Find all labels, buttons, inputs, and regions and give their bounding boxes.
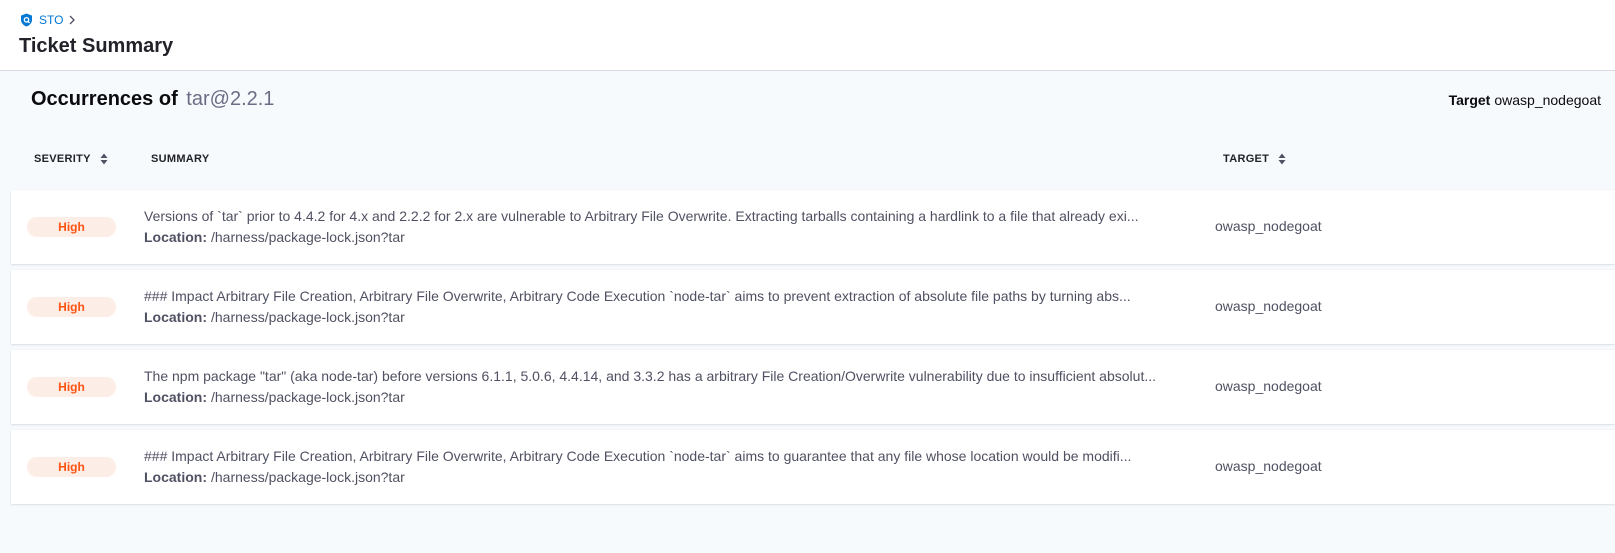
table-header: SEVERITY SUMMARY TARGET — [11, 132, 1615, 190]
row-target: owasp_nodegoat — [1215, 218, 1322, 234]
column-header-severity[interactable]: SEVERITY — [34, 153, 108, 165]
column-header-severity-label: SEVERITY — [34, 153, 91, 165]
row-summary: The npm package "tar" (aka node-tar) bef… — [144, 368, 1184, 406]
row-location: Location:/harness/package-lock.json?tar — [144, 469, 1184, 486]
location-value: /harness/package-lock.json?tar — [211, 469, 405, 485]
row-summary: ### Impact Arbitrary File Creation, Arbi… — [144, 288, 1184, 326]
row-location: Location:/harness/package-lock.json?tar — [144, 229, 1184, 246]
location-value: /harness/package-lock.json?tar — [211, 389, 405, 405]
sort-icon[interactable] — [100, 153, 108, 165]
column-header-target[interactable]: TARGET — [1223, 153, 1286, 165]
breadcrumb: STO — [20, 12, 76, 28]
occurrences-title: Occurrences of tar@2.2.1 — [31, 88, 274, 111]
row-description: Versions of `tar` prior to 4.4.2 for 4.x… — [144, 208, 1139, 224]
row-target: owasp_nodegoat — [1215, 458, 1322, 474]
row-target: owasp_nodegoat — [1215, 378, 1322, 394]
severity-badge: High — [27, 297, 116, 317]
row-summary: Versions of `tar` prior to 4.4.2 for 4.x… — [144, 208, 1184, 246]
row-summary: ### Impact Arbitrary File Creation, Arbi… — [144, 448, 1184, 486]
page-header: STO Ticket Summary — [0, 0, 1615, 71]
breadcrumb-link-sto[interactable]: STO — [39, 13, 63, 27]
location-label: Location: — [144, 389, 207, 405]
severity-badge: High — [27, 217, 116, 237]
column-header-summary: SUMMARY — [151, 153, 210, 165]
row-location: Location:/harness/package-lock.json?tar — [144, 309, 1184, 326]
occurrences-table: SEVERITY SUMMARY TARGET High Versions of… — [11, 132, 1615, 510]
row-location: Location:/harness/package-lock.json?tar — [144, 389, 1184, 406]
column-header-summary-label: SUMMARY — [151, 153, 210, 165]
shield-icon — [20, 13, 33, 27]
location-value: /harness/package-lock.json?tar — [211, 229, 405, 245]
table-row[interactable]: High ### Impact Arbitrary File Creation,… — [11, 430, 1615, 504]
sort-icon[interactable] — [1278, 153, 1286, 165]
page-title: Ticket Summary — [19, 35, 174, 57]
table-row[interactable]: High Versions of `tar` prior to 4.4.2 fo… — [11, 190, 1615, 264]
row-description: ### Impact Arbitrary File Creation, Arbi… — [144, 448, 1132, 464]
package-name: tar@2.2.1 — [186, 88, 275, 110]
row-description: ### Impact Arbitrary File Creation, Arbi… — [144, 288, 1131, 304]
target-label: Target — [1448, 92, 1491, 108]
occurrences-header: Occurrences of tar@2.2.1 Target owasp_nod… — [0, 71, 1615, 131]
column-header-target-label: TARGET — [1223, 153, 1270, 165]
table-row[interactable]: High ### Impact Arbitrary File Creation,… — [11, 270, 1615, 344]
severity-badge: High — [27, 457, 116, 477]
location-value: /harness/package-lock.json?tar — [211, 309, 405, 325]
row-description: The npm package "tar" (aka node-tar) bef… — [144, 368, 1156, 384]
location-label: Location: — [144, 229, 207, 245]
target-value: owasp_nodegoat — [1494, 92, 1601, 108]
location-label: Location: — [144, 469, 207, 485]
chevron-right-icon — [69, 15, 76, 25]
occurrences-title-prefix: Occurrences of — [31, 88, 178, 110]
table-row[interactable]: High The npm package "tar" (aka node-tar… — [11, 350, 1615, 424]
severity-badge: High — [27, 377, 116, 397]
location-label: Location: — [144, 309, 207, 325]
target-info: Target owasp_nodegoat — [1449, 92, 1601, 108]
row-target: owasp_nodegoat — [1215, 298, 1322, 314]
